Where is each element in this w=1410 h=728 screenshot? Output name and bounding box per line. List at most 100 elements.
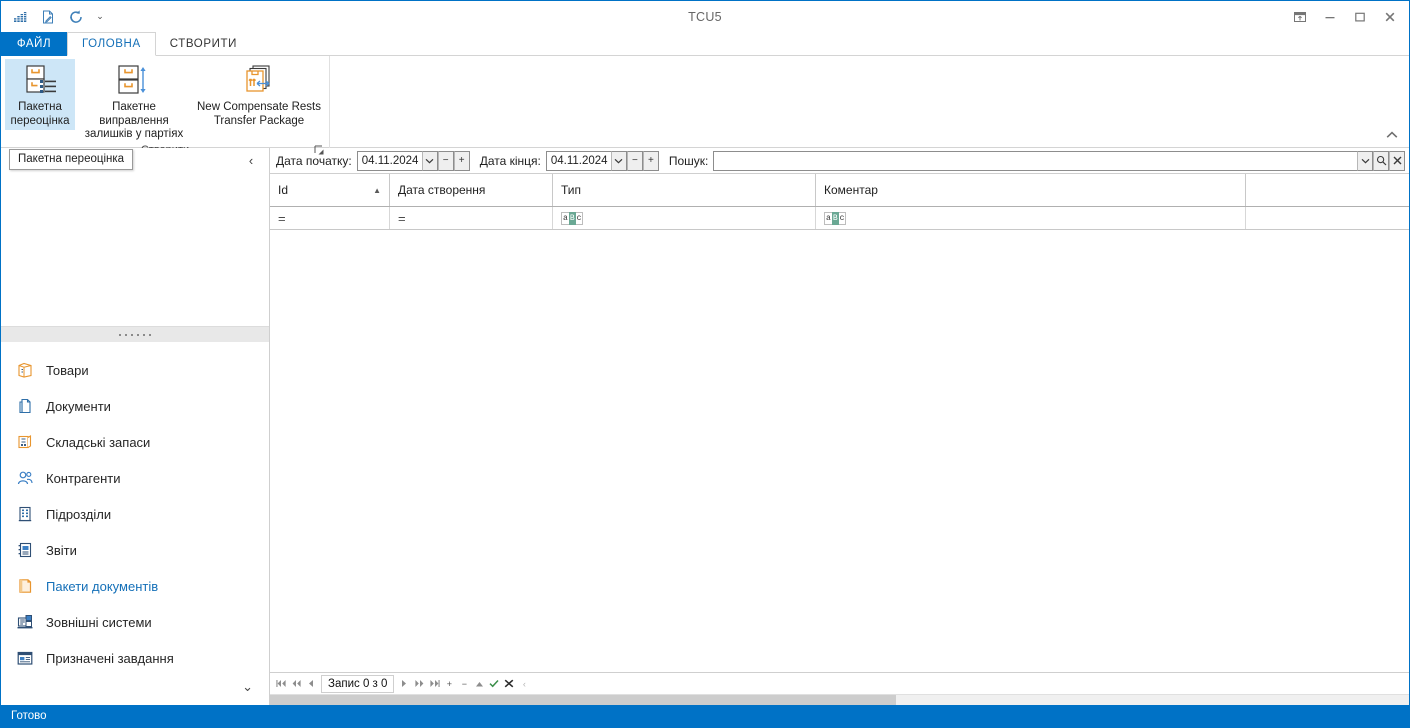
filter-bar: Дата початку: 04.11.2024 − + Дата кінця:… (270, 148, 1409, 174)
grip-dot (131, 333, 133, 336)
sidebar-upper-panel (1, 175, 269, 326)
close-button[interactable] (1375, 4, 1405, 30)
equals-operator-icon: = (398, 210, 406, 226)
grid-header-row: Id ▲ Дата створення Тип Коментар (270, 174, 1409, 207)
record-delete-button[interactable]: − (457, 675, 471, 693)
grid-filter-type[interactable]: aBc (553, 207, 816, 229)
goods-icon (15, 361, 34, 380)
ribbon-collapse-icon[interactable] (1383, 127, 1401, 143)
sidebar-collapse-icon[interactable]: ‹ (243, 152, 259, 168)
end-date-increment-button[interactable]: + (642, 150, 659, 171)
text-filter-abc-icon: aBc (561, 211, 584, 225)
column-label: Коментар (824, 183, 878, 197)
tab-create[interactable]: СТВОРИТИ (156, 32, 251, 56)
start-date-dropdown-icon[interactable] (421, 150, 438, 171)
compensate-rests-transfer-label: New Compensate Rests Transfer Package (197, 101, 321, 127)
end-date-dropdown-icon[interactable] (610, 150, 627, 171)
edit-document-icon[interactable] (35, 5, 61, 29)
sidebar-item-departments[interactable]: Підрозділи (1, 496, 269, 532)
grid-view-icon[interactable] (7, 5, 33, 29)
tab-file[interactable]: ФАЙЛ (1, 32, 67, 56)
start-date-control: 04.11.2024 − + (356, 150, 470, 171)
record-navigator: Запис 0 з 0 + − ‹ (270, 672, 1409, 694)
search-dropdown-icon[interactable] (1357, 150, 1373, 171)
grid-column-header-id[interactable]: Id ▲ (270, 174, 390, 206)
tab-home[interactable]: ГОЛОВНА (67, 32, 156, 56)
ribbon-display-options-button[interactable] (1285, 4, 1315, 30)
sidebar-item-documents[interactable]: Документи (1, 388, 269, 424)
ribbon-button-tooltip: Пакетна переоцінка (9, 149, 134, 170)
compensate-rests-transfer-button[interactable]: New Compensate Rests Transfer Package (193, 59, 325, 130)
ribbon-tab-bar: ФАЙЛ ГОЛОВНА СТВОРИТИ (1, 32, 1409, 56)
grid-filter-row: = = aBc aBc (270, 207, 1409, 230)
sidebar-item-label: Складські запаси (46, 434, 151, 450)
nav-next-page-button[interactable] (412, 675, 426, 693)
quick-access-toolbar: ⌄ (1, 5, 109, 29)
content-pane: Дата початку: 04.11.2024 − + Дата кінця:… (270, 148, 1409, 705)
grip-dot (119, 333, 121, 336)
start-date-increment-button[interactable]: + (453, 150, 470, 171)
sidebar-header: Пакетна переоцінка ‹ (1, 148, 269, 175)
sidebar-item-document-packages[interactable]: Пакети документів (1, 568, 269, 604)
sidebar-item-stock[interactable]: Складські запаси (1, 424, 269, 460)
main-area: Пакетна переоцінка ‹ Товари Документи Ск… (1, 148, 1409, 705)
nav-prev-page-button[interactable] (289, 675, 303, 693)
horizontal-scrollbar[interactable] (270, 694, 1409, 705)
sidebar-item-goods[interactable]: Товари (1, 352, 269, 388)
sidebar-item-counterparties[interactable]: Контрагенти (1, 460, 269, 496)
grid-column-header-type[interactable]: Тип (553, 174, 816, 206)
counterparties-icon (15, 469, 34, 488)
end-date-control: 04.11.2024 − + (545, 150, 659, 171)
maximize-button[interactable] (1345, 4, 1375, 30)
search-icon[interactable] (1373, 150, 1389, 171)
grid-filter-filler (1246, 207, 1409, 229)
data-grid: Id ▲ Дата створення Тип Коментар = = a B… (270, 174, 1409, 705)
refresh-icon[interactable] (63, 5, 89, 29)
record-accept-button[interactable] (487, 675, 501, 693)
start-date-decrement-button[interactable]: − (437, 150, 454, 171)
record-add-button[interactable]: + (442, 675, 456, 693)
reports-icon (15, 541, 34, 560)
scrollbar-thumb[interactable] (270, 695, 897, 705)
end-date-decrement-button[interactable]: − (626, 150, 643, 171)
sidebar-item-reports[interactable]: Звіти (1, 532, 269, 568)
grid-rows-area[interactable] (270, 230, 1409, 672)
column-label: Тип (561, 183, 582, 197)
record-filter-button[interactable]: ‹ (517, 675, 531, 693)
minimize-button[interactable] (1315, 4, 1345, 30)
sidebar-item-label: Зовнішні системи (46, 614, 152, 630)
record-edit-button[interactable] (472, 675, 486, 693)
window-title: TCU5 (688, 9, 722, 24)
nav-next-button[interactable] (397, 675, 411, 693)
record-cancel-button[interactable] (502, 675, 516, 693)
grid-filter-id[interactable]: = (270, 207, 390, 229)
search-clear-icon[interactable] (1389, 150, 1405, 171)
qat-more-icon[interactable]: ⌄ (91, 5, 109, 29)
grip-dot (143, 333, 145, 336)
sidebar-item-external-systems[interactable]: Зовнішні системи (1, 604, 269, 640)
text-filter-abc-icon: aBc (824, 211, 847, 225)
batch-balance-correction-icon (114, 63, 154, 99)
grid-column-header-comment[interactable]: Коментар (816, 174, 1246, 206)
end-date-input[interactable]: 04.11.2024 (545, 150, 611, 171)
sidebar-item-label: Документи (46, 398, 111, 414)
grid-column-header-created-date[interactable]: Дата створення (390, 174, 553, 206)
nav-first-button[interactable] (274, 675, 288, 693)
start-date-input[interactable]: 04.11.2024 (356, 150, 422, 171)
dialog-launcher-icon[interactable] (313, 144, 326, 157)
grip-dot (125, 333, 127, 336)
batch-revaluation-button[interactable]: Пакетна переоцінка (5, 59, 75, 130)
nav-last-button[interactable] (427, 675, 441, 693)
sidebar-item-scheduled-tasks[interactable]: Призначені завдання (1, 640, 269, 675)
sidebar-expand-icon[interactable]: ⌄ (242, 679, 253, 695)
grid-filter-comment[interactable]: aBc (816, 207, 1246, 229)
search-input[interactable] (713, 150, 1357, 171)
sidebar-splitter-grip[interactable] (1, 326, 269, 342)
column-label: Id (278, 183, 289, 197)
grid-filter-created-date[interactable]: = (390, 207, 553, 229)
grid-column-header-filler (1246, 174, 1409, 206)
ribbon: Пакетна переоцінка Пакетне виправлення з… (1, 56, 1409, 156)
nav-prev-button[interactable] (304, 675, 318, 693)
batch-balance-correction-button[interactable]: Пакетне виправлення залишків у партіях (75, 59, 193, 144)
status-text: Готово (11, 710, 47, 722)
